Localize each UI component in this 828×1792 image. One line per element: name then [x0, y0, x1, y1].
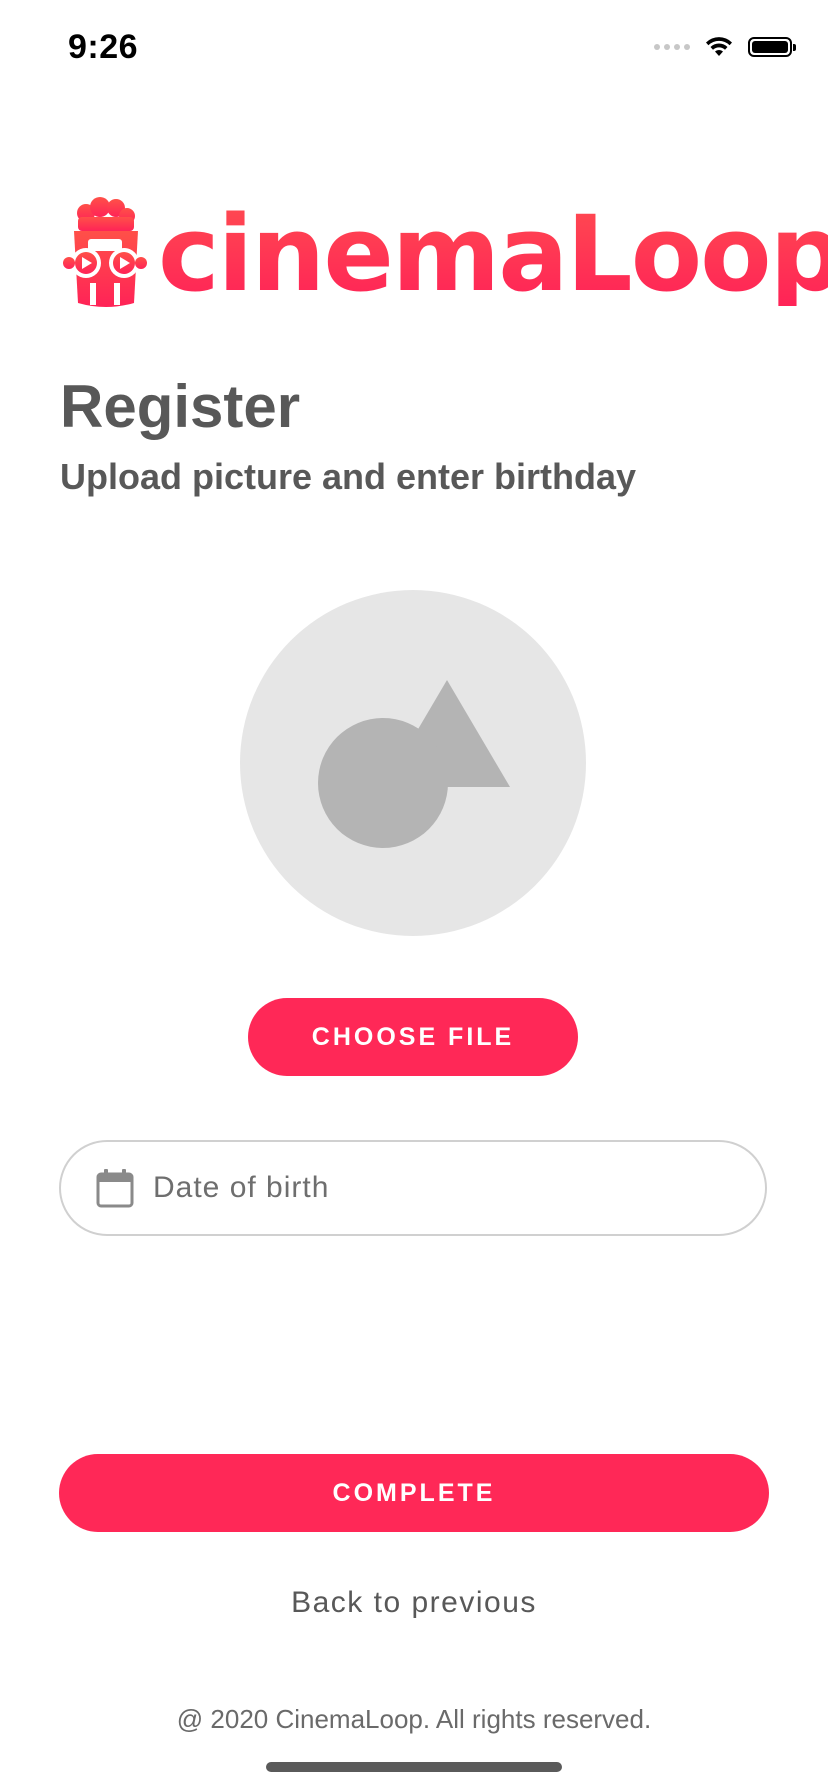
calendar-icon	[96, 1169, 134, 1208]
page-title: Register	[60, 373, 301, 440]
logo-wordmark: cinemaLoop	[158, 202, 828, 306]
battery-icon	[748, 37, 796, 57]
image-placeholder-icon	[318, 680, 510, 848]
date-of-birth-field[interactable]	[59, 1140, 767, 1236]
popcorn-mascot-icon	[63, 197, 147, 307]
profile-picture-placeholder[interactable]	[240, 590, 586, 936]
cellular-signal-icon	[654, 44, 690, 50]
status-bar: 9:26	[0, 0, 828, 100]
complete-button[interactable]: COMPLETE	[59, 1454, 769, 1532]
status-icons	[654, 36, 796, 58]
copyright-text: @ 2020 CinemaLoop. All rights reserved.	[176, 1704, 652, 1734]
wifi-icon	[706, 37, 732, 56]
choose-file-button[interactable]: CHOOSE FILE	[248, 998, 578, 1076]
status-time: 9:26	[68, 28, 139, 66]
cinemaloop-logo: cinemaLoop	[60, 196, 828, 312]
page-subtitle: Upload picture and enter birthday	[60, 456, 637, 497]
back-to-previous-link[interactable]: Back to previous	[0, 1586, 828, 1620]
home-indicator[interactable]	[266, 1762, 562, 1772]
date-of-birth-input[interactable]	[151, 1170, 675, 1206]
